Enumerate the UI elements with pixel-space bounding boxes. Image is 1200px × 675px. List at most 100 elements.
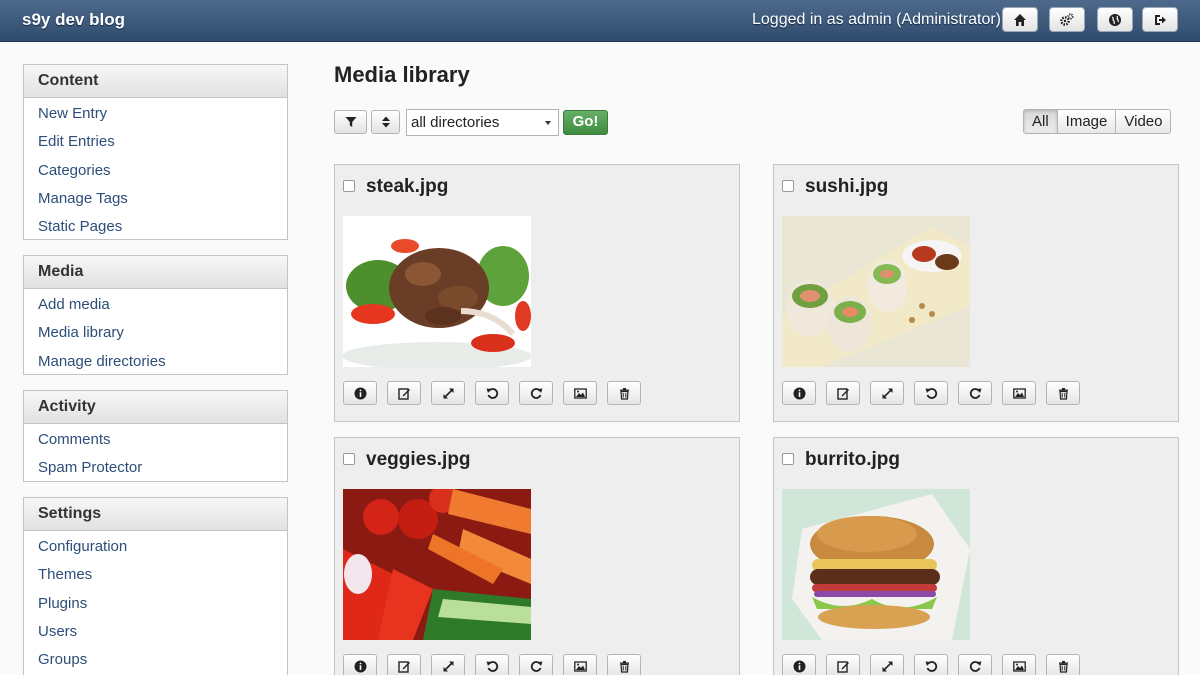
rotate-right-button[interactable]	[958, 654, 992, 675]
rotate-left-button[interactable]	[914, 654, 948, 675]
edit-button[interactable]	[826, 381, 860, 405]
media-select-checkbox[interactable]	[782, 180, 794, 192]
directory-select-value: all directories	[411, 114, 500, 131]
edit-icon	[397, 660, 410, 673]
directory-select[interactable]: all directories	[406, 109, 559, 136]
rotate-left-button[interactable]	[475, 654, 509, 675]
info-icon	[354, 660, 366, 672]
media-filename[interactable]: sushi.jpg	[805, 176, 888, 198]
media-thumbnail[interactable]	[782, 216, 970, 367]
info-button[interactable]	[343, 654, 377, 675]
resize-button[interactable]	[870, 654, 904, 675]
sidebar-heading: Content	[24, 65, 287, 98]
media-type-filter: All Image Video	[1023, 109, 1172, 134]
filter-all[interactable]: All	[1024, 110, 1057, 133]
info-icon	[793, 387, 805, 399]
sidebar-heading: Settings	[24, 498, 287, 531]
resize-icon	[881, 387, 893, 399]
delete-button[interactable]	[1046, 654, 1080, 675]
blog-title[interactable]: s9y dev blog	[22, 10, 125, 30]
image-button[interactable]	[1002, 654, 1036, 675]
image-button[interactable]	[1002, 381, 1036, 405]
media-select-checkbox[interactable]	[343, 180, 355, 192]
trash-icon	[1058, 387, 1068, 400]
trash-icon	[619, 387, 629, 400]
media-filename[interactable]: veggies.jpg	[366, 449, 471, 471]
sort-button[interactable]	[371, 110, 400, 134]
go-button[interactable]: Go!	[563, 110, 608, 135]
sidebar-item-configuration[interactable]: Configuration	[24, 533, 287, 561]
home-button[interactable]	[1002, 7, 1038, 32]
edit-icon	[836, 660, 849, 673]
media-filename[interactable]: burrito.jpg	[805, 449, 900, 471]
chevron-down-icon	[545, 121, 551, 125]
sidebar-section-media: Media Add media Media library Manage dir…	[23, 255, 288, 375]
resize-button[interactable]	[870, 381, 904, 405]
info-button[interactable]	[782, 654, 816, 675]
media-thumbnail[interactable]	[343, 489, 531, 640]
filter-image[interactable]: Image	[1056, 110, 1116, 133]
resize-icon	[442, 387, 454, 399]
settings-button[interactable]	[1049, 7, 1085, 32]
view-site-button[interactable]	[1097, 7, 1133, 32]
media-item: veggies.jpg	[334, 437, 740, 675]
sidebar-item-users[interactable]: Users	[24, 618, 287, 646]
delete-button[interactable]	[1046, 381, 1080, 405]
info-button[interactable]	[343, 381, 377, 405]
logout-button[interactable]	[1142, 7, 1178, 32]
top-bar: s9y dev blog Logged in as admin (Adminis…	[0, 0, 1200, 42]
edit-button[interactable]	[826, 654, 860, 675]
burger-photo	[782, 489, 970, 640]
rotate-right-button[interactable]	[519, 654, 553, 675]
delete-button[interactable]	[607, 654, 641, 675]
rotate-left-button[interactable]	[914, 381, 948, 405]
sidebar-heading: Activity	[24, 391, 287, 424]
image-button[interactable]	[563, 381, 597, 405]
info-icon	[793, 660, 805, 672]
sidebar-item-add-media[interactable]: Add media	[24, 291, 287, 319]
image-button[interactable]	[563, 654, 597, 675]
resize-button[interactable]	[431, 381, 465, 405]
media-actions	[343, 654, 641, 675]
delete-button[interactable]	[607, 381, 641, 405]
page-title: Media library	[334, 62, 470, 87]
media-select-checkbox[interactable]	[782, 453, 794, 465]
rotate-right-button[interactable]	[519, 381, 553, 405]
sidebar-item-static-pages[interactable]: Static Pages	[24, 213, 287, 241]
rotate-left-icon	[486, 387, 498, 399]
sushi-rolls-photo	[782, 216, 970, 367]
sidebar-section-content: Content New Entry Edit Entries Categorie…	[23, 64, 288, 240]
rotate-right-button[interactable]	[958, 381, 992, 405]
image-icon	[573, 660, 587, 672]
sidebar-item-comments[interactable]: Comments	[24, 426, 287, 454]
sidebar-item-new-entry[interactable]: New Entry	[24, 100, 287, 128]
media-item: sushi.jpg	[773, 164, 1179, 422]
rotate-left-button[interactable]	[475, 381, 509, 405]
sidebar-item-plugins[interactable]: Plugins	[24, 590, 287, 618]
gears-icon	[1060, 12, 1074, 26]
sidebar-item-spam-protector[interactable]: Spam Protector	[24, 454, 287, 482]
resize-button[interactable]	[431, 654, 465, 675]
media-thumbnail[interactable]	[782, 489, 970, 640]
rotate-right-icon	[530, 387, 542, 399]
sidebar-item-themes[interactable]: Themes	[24, 561, 287, 589]
info-button[interactable]	[782, 381, 816, 405]
filter-video[interactable]: Video	[1115, 110, 1171, 133]
filter-button[interactable]	[334, 110, 367, 134]
sidebar-item-manage-directories[interactable]: Manage directories	[24, 348, 287, 376]
media-filename[interactable]: steak.jpg	[366, 176, 448, 198]
sidebar-item-manage-tags[interactable]: Manage Tags	[24, 185, 287, 213]
media-item: burrito.jpg	[773, 437, 1179, 675]
sidebar-item-categories[interactable]: Categories	[24, 157, 287, 185]
sidebar-item-edit-entries[interactable]: Edit Entries	[24, 128, 287, 156]
resize-icon	[881, 660, 893, 672]
edit-icon	[836, 387, 849, 400]
trash-icon	[1058, 660, 1068, 673]
sidebar-item-media-library[interactable]: Media library	[24, 319, 287, 347]
media-select-checkbox[interactable]	[343, 453, 355, 465]
info-icon	[354, 387, 366, 399]
media-thumbnail[interactable]	[343, 216, 531, 367]
sidebar-item-groups[interactable]: Groups	[24, 646, 287, 674]
edit-button[interactable]	[387, 381, 421, 405]
edit-button[interactable]	[387, 654, 421, 675]
